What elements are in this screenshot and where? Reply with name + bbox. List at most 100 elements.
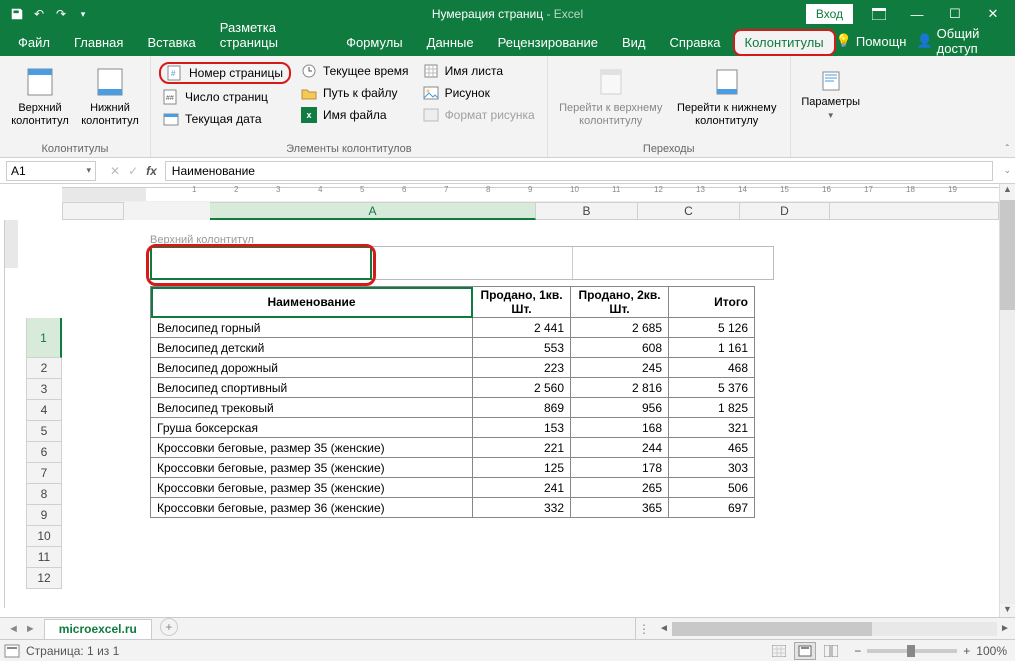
zoom-control[interactable]: − + 100% [854,644,1007,658]
cell-q1[interactable]: 153 [473,418,571,438]
footer-button[interactable]: Нижний колонтитул [78,60,142,130]
redo-icon[interactable]: ↷ [52,5,70,23]
cell-total[interactable]: 5 376 [669,378,755,398]
row-header-6[interactable]: 6 [26,442,62,463]
current-date-button[interactable]: Текущая дата [159,110,291,128]
select-all-triangle[interactable] [62,202,124,220]
tab-help[interactable]: Справка [658,29,733,56]
vertical-scrollbar[interactable]: ▲ ▼ [999,184,1015,620]
cell-q2[interactable]: 178 [571,458,669,478]
namebox-dropdown-icon[interactable]: ▾ [86,165,91,176]
page-number-button[interactable]: #Номер страницы [159,62,291,84]
row-header-3[interactable]: 3 [26,379,62,400]
minimize-icon[interactable]: — [899,0,935,28]
accept-formula-icon[interactable]: ✓ [128,164,138,178]
cell-C1[interactable]: Продано, 2кв. Шт. [571,287,669,318]
normal-view-icon[interactable] [768,642,790,660]
cell-total[interactable]: 303 [669,458,755,478]
qat-dropdown-icon[interactable]: ▾ [74,5,92,23]
row-header-5[interactable]: 5 [26,421,62,442]
tab-formulas[interactable]: Формулы [334,29,415,56]
cell-total[interactable]: 1 161 [669,338,755,358]
cell-name[interactable]: Велосипед спортивный [151,378,473,398]
row-header-1[interactable]: 1 [26,318,62,358]
fx-icon[interactable]: fx [146,164,157,178]
maximize-icon[interactable]: ☐ [937,0,973,28]
tab-insert[interactable]: Вставка [135,29,207,56]
row-header-8[interactable]: 8 [26,484,62,505]
zoom-out-icon[interactable]: − [854,644,861,658]
tell-me[interactable]: 💡Помощн [836,33,907,49]
header-section-center[interactable] [371,247,573,279]
file-path-button[interactable]: Путь к файлу [297,84,413,102]
cell-q2[interactable]: 2 685 [571,318,669,338]
page-layout-view-icon[interactable] [794,642,816,660]
cell-total[interactable]: 5 126 [669,318,755,338]
cell-q2[interactable]: 365 [571,498,669,518]
save-icon[interactable] [8,5,26,23]
row-header-10[interactable]: 10 [26,526,62,547]
row-header-4[interactable]: 4 [26,400,62,421]
scroll-split-icon[interactable]: ⋮ [638,622,650,636]
cell-q2[interactable]: 245 [571,358,669,378]
cell-name[interactable]: Груша боксерская [151,418,473,438]
cell-name[interactable]: Велосипед горный [151,318,473,338]
login-button[interactable]: Вход [806,4,853,24]
header-section-right[interactable] [573,247,774,279]
cell-q2[interactable]: 956 [571,398,669,418]
scroll-up-icon[interactable]: ▲ [1000,184,1015,200]
sheet-tab[interactable]: microexcel.ru [44,619,152,640]
cell-q2[interactable]: 2 816 [571,378,669,398]
tab-file[interactable]: Файл [6,29,62,56]
name-box[interactable]: A1 ▾ [6,161,96,181]
scroll-right-icon[interactable]: ► [997,623,1013,634]
add-sheet-icon[interactable]: + [160,618,178,636]
horizontal-scrollbar[interactable]: ⋮ ◄ ► [635,618,1015,639]
cell-total[interactable]: 321 [669,418,755,438]
cell-q1[interactable]: 553 [473,338,571,358]
page-count-button[interactable]: ##Число страниц [159,88,291,106]
tab-home[interactable]: Главная [62,29,135,56]
cell-B1[interactable]: Продано, 1кв. Шт. [473,287,571,318]
tab-review[interactable]: Рецензирование [486,29,610,56]
cell-q1[interactable]: 223 [473,358,571,378]
cancel-formula-icon[interactable]: ✕ [110,164,120,178]
row-header-2[interactable]: 2 [26,358,62,379]
page-break-view-icon[interactable] [820,642,842,660]
collapse-ribbon-icon[interactable]: ˆ [1006,144,1009,155]
cell-q2[interactable]: 608 [571,338,669,358]
scroll-left-icon[interactable]: ◄ [656,623,672,634]
cell-name[interactable]: Велосипед детский [151,338,473,358]
share-button[interactable]: 👤Общий доступ [916,26,999,56]
cell-q1[interactable]: 241 [473,478,571,498]
file-name-button[interactable]: xИмя файла [297,106,413,124]
next-sheet-icon[interactable]: ► [25,623,36,635]
cell-A1[interactable]: Наименование [151,287,473,318]
cell-total[interactable]: 506 [669,478,755,498]
row-header-11[interactable]: 11 [26,547,62,568]
expand-formula-bar-icon[interactable]: ⌄ [1003,165,1011,176]
cell-total[interactable]: 468 [669,358,755,378]
row-header-9[interactable]: 9 [26,505,62,526]
cell-name[interactable]: Кроссовки беговые, размер 35 (женские) [151,438,473,458]
header-section-left[interactable] [151,247,371,279]
h-scroll-thumb[interactable] [672,622,872,636]
cell-name[interactable]: Кроссовки беговые, размер 36 (женские) [151,498,473,518]
cell-name[interactable]: Кроссовки беговые, размер 35 (женские) [151,478,473,498]
sheet-nav[interactable]: ◄ ► [0,618,44,639]
cell-D1[interactable]: Итого [669,287,755,318]
col-header-c[interactable]: C [638,202,740,220]
cell-total[interactable]: 465 [669,438,755,458]
cell-q1[interactable]: 2 441 [473,318,571,338]
formula-input[interactable]: Наименование [165,161,993,181]
col-header-b[interactable]: B [536,202,638,220]
prev-sheet-icon[interactable]: ◄ [8,623,19,635]
cell-q2[interactable]: 265 [571,478,669,498]
cell-total[interactable]: 1 825 [669,398,755,418]
sheet-name-button[interactable]: Имя листа [419,62,539,80]
zoom-in-icon[interactable]: + [963,644,970,658]
close-icon[interactable]: ✕ [975,0,1011,28]
cell-q1[interactable]: 332 [473,498,571,518]
goto-footer-button[interactable]: Перейти к нижнему колонтитулу [672,60,782,130]
cell-name[interactable]: Велосипед трековый [151,398,473,418]
